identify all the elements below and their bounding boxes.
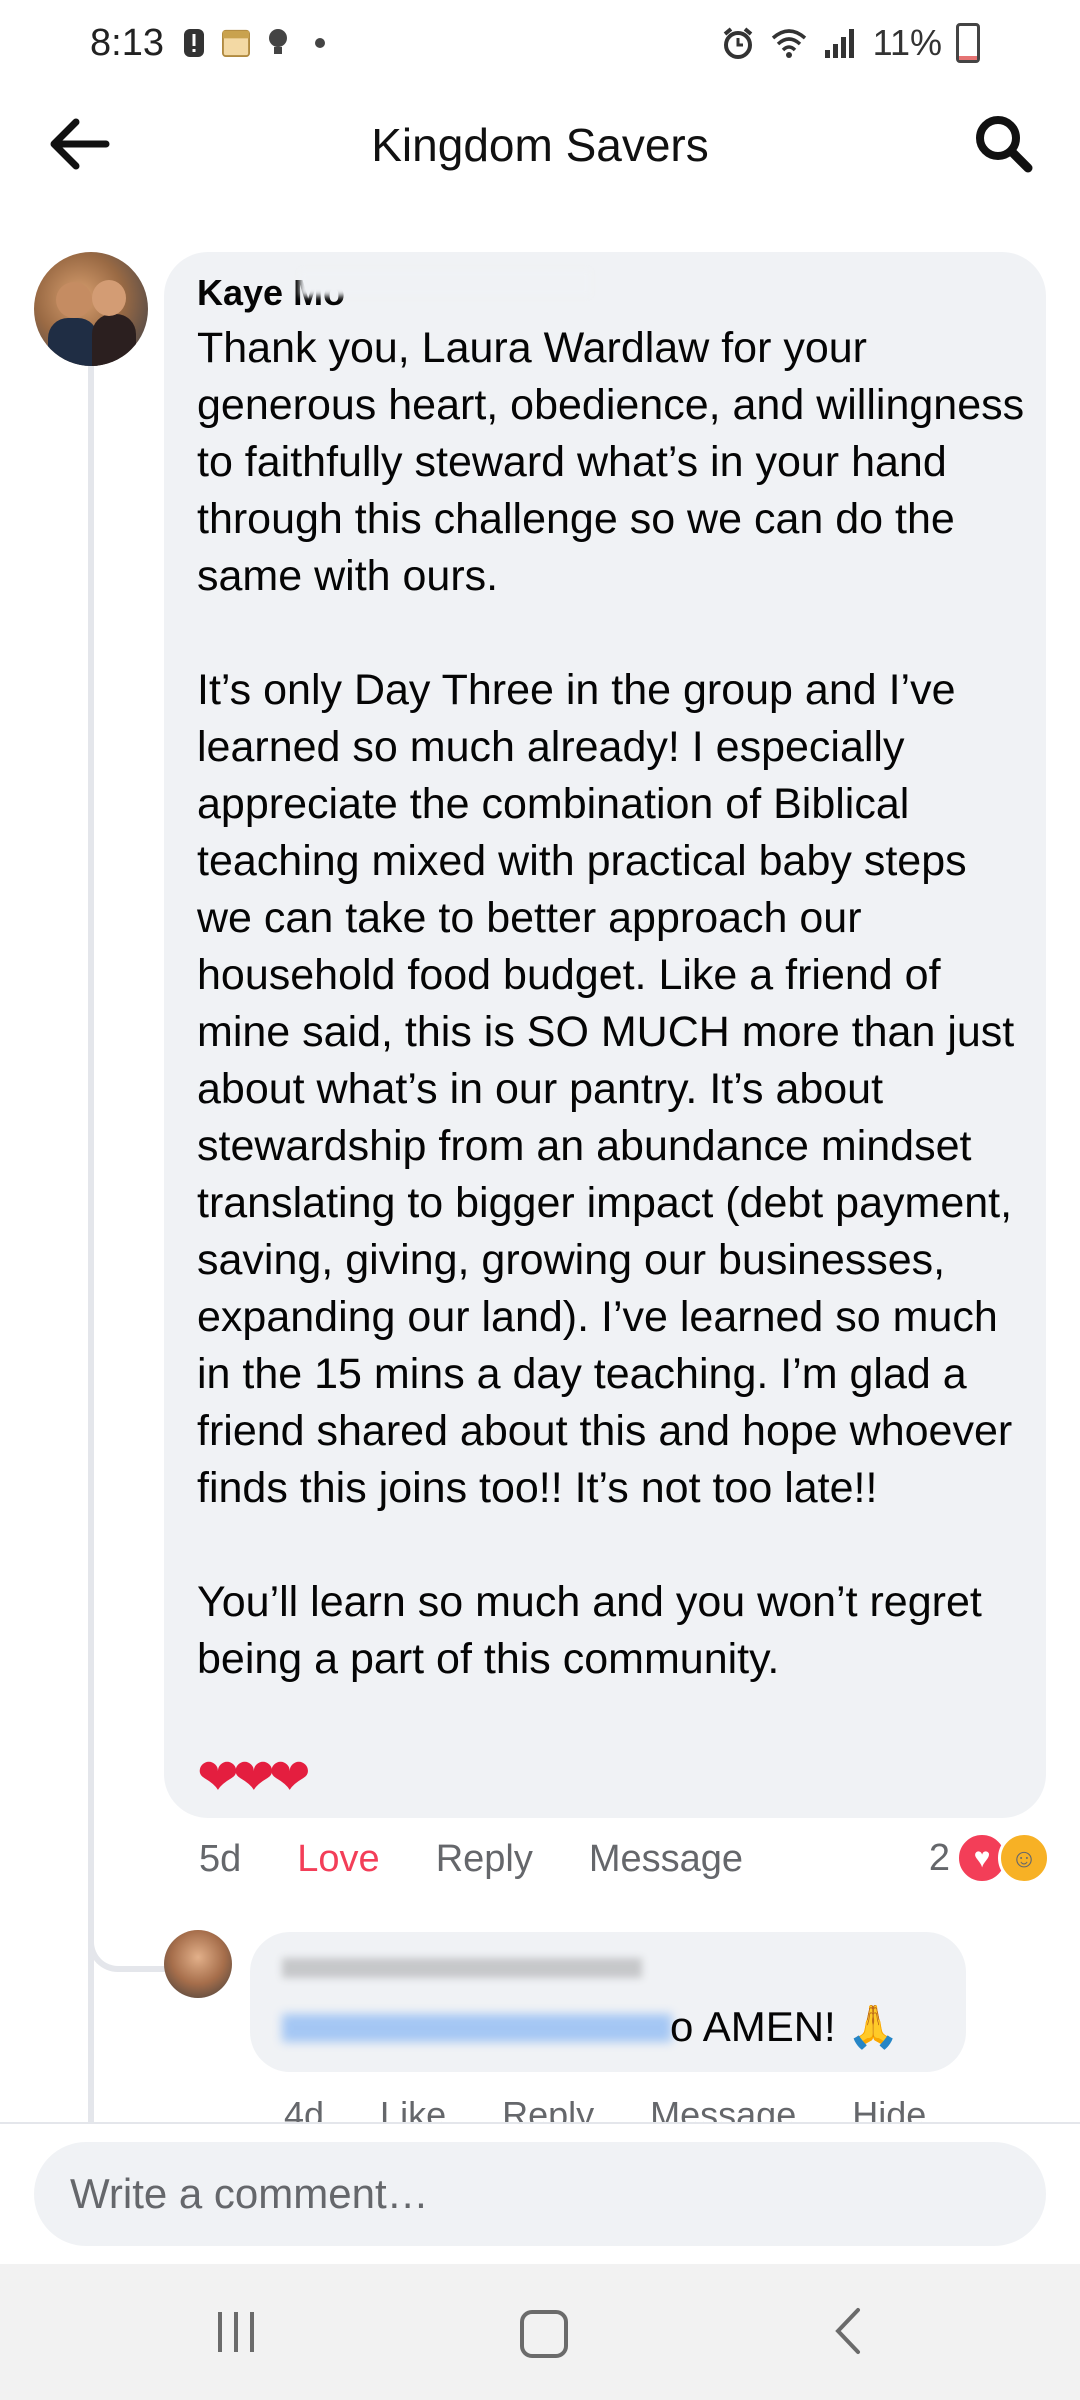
thread-line [88,362,94,2122]
chevron-left-icon [835,2308,860,2354]
calendar-app-icon [222,26,250,60]
comment-text: Thank you, Laura Wardlaw for your genero… [197,324,1025,1683]
heart-emojis: ❤❤❤ [197,1749,311,1805]
love-button[interactable]: Love [297,1838,379,1881]
signal-icon [824,29,854,58]
redacted-mention [282,2014,672,2042]
reply-text: o AMEN! 🙏 [670,2003,900,2050]
comment-input-placeholder: Write a comment… [70,2170,429,2217]
status-system-icons: 11% [721,22,980,64]
reply-reply-button[interactable]: Reply [502,2094,594,2124]
search-button[interactable] [968,108,1040,180]
lightbulb-icon [264,26,292,60]
reply-actions: 4d Like Reply Message Hide [284,2094,926,2124]
battery-percent: 11% [872,22,942,63]
status-notification-icons [180,26,334,60]
recents-button[interactable] [218,2312,264,2352]
like-button[interactable]: Like [380,2094,446,2124]
dot-icon [306,26,334,60]
reply-button[interactable]: Reply [436,1838,533,1881]
wifi-icon [771,29,806,58]
reply-avatar[interactable] [164,1930,232,1998]
reply-time: 4d [284,2094,325,2124]
message-button[interactable]: Message [589,1838,743,1881]
home-button[interactable] [520,2310,568,2358]
comment-actions: 5d Love Reply Message [199,1838,743,1881]
reaction-count: 2 [928,1836,950,1879]
hide-button[interactable]: Hide [852,2094,926,2124]
status-time: 8:13 [90,22,164,64]
page-title: Kingdom Savers [371,119,709,171]
commenter-avatar[interactable] [34,252,148,366]
nav-back-button[interactable] [826,2306,872,2356]
reaction-summary[interactable]: 2 ♥ ☺ [929,1832,1050,1884]
reply-message-button[interactable]: Message [650,2094,796,2124]
alarm-icon [723,27,752,59]
redacted-reply-author [282,1958,642,1978]
redacted-name [300,270,590,296]
battery-icon [956,23,980,63]
care-reaction-icon: ☺ [998,1832,1050,1884]
alert-icon [180,26,208,60]
comment-time: 5d [199,1838,242,1880]
search-icon [976,116,1033,173]
